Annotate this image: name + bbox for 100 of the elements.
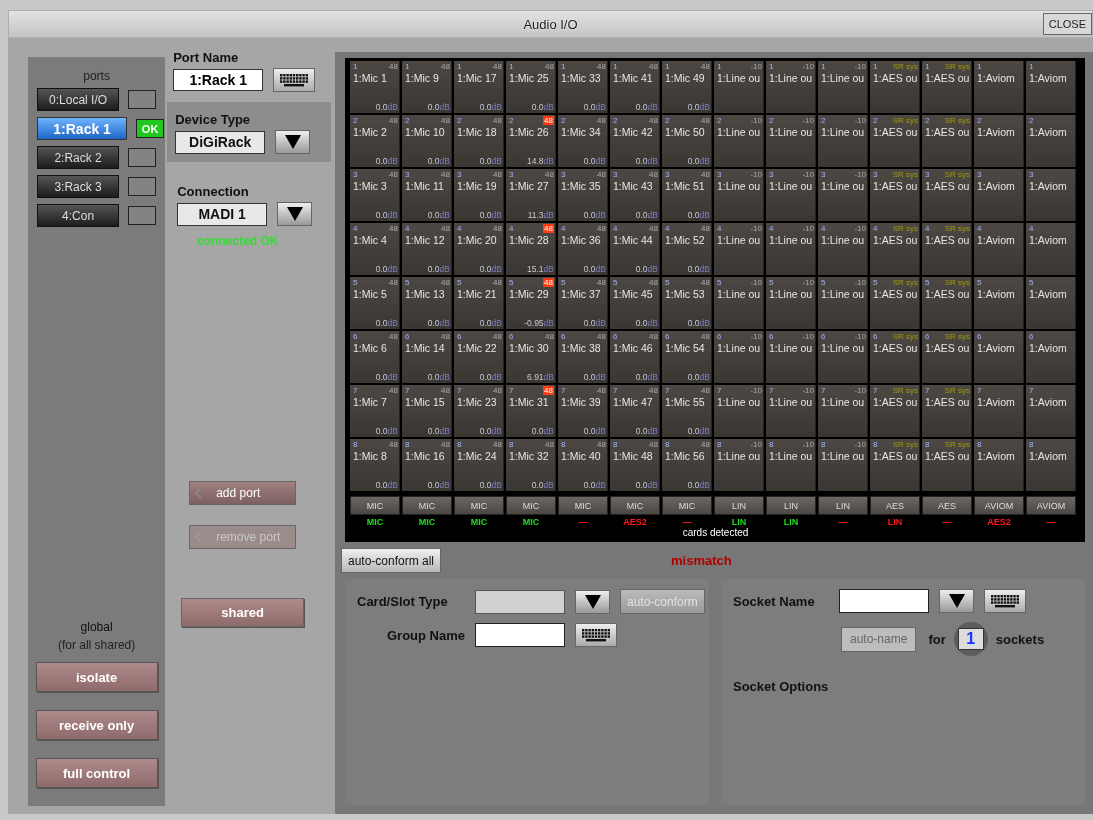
channel-tile[interactable]: 4 -10 1:Line ou	[714, 223, 764, 275]
channel-tile[interactable]: 2 48 1:Mic 42 0.0dB	[610, 115, 660, 167]
channel-tile[interactable]: 8 SR sys 1:AES ou	[922, 439, 972, 491]
channel-tile[interactable]: 3 48 1:Mic 19 0.0dB	[454, 169, 504, 221]
channel-tile[interactable]: 7 SR sys 1:AES ou	[870, 385, 920, 437]
channel-tile[interactable]: 7 48 1:Mic 55 0.0dB	[662, 385, 712, 437]
channel-tile[interactable]: 5 -10 1:Line ou	[714, 277, 764, 329]
port-button[interactable]: 2:Rack 2	[37, 146, 120, 169]
dropdown-button[interactable]	[939, 589, 974, 613]
channel-tile[interactable]: 3 SR sys 1:AES ou	[870, 169, 920, 221]
shared-button[interactable]: shared	[181, 598, 305, 627]
channel-tile[interactable]: 6 48 1:Mic 14 0.0dB	[402, 331, 452, 383]
channel-tile[interactable]: 4 48 1:Mic 20 0.0dB	[454, 223, 504, 275]
channel-tile[interactable]: 2 -10 1:Line ou	[714, 115, 764, 167]
dropdown-button[interactable]	[575, 589, 610, 614]
channel-tile[interactable]: 2 48 1:Mic 50 0.0dB	[662, 115, 712, 167]
port-button[interactable]: 1:Rack 1	[37, 117, 128, 140]
channel-tile[interactable]: 3 48 1:Mic 51 0.0dB	[662, 169, 712, 221]
channel-tile[interactable]: 6 48 1:Mic 38 0.0dB	[558, 331, 608, 383]
channel-tile[interactable]: 4 1:Aviom	[1026, 223, 1076, 275]
channel-tile[interactable]: 8 48 1:Mic 48 0.0dB	[610, 439, 660, 491]
channel-tile[interactable]: 6 48 1:Mic 22 0.0dB	[454, 331, 504, 383]
card-button[interactable]: AES	[870, 496, 920, 515]
channel-tile[interactable]: 1 1:Aviom	[974, 61, 1024, 113]
channel-tile[interactable]: 4 -10 1:Line ou	[818, 223, 868, 275]
channel-tile[interactable]: 4 SR sys 1:AES ou	[922, 223, 972, 275]
channel-tile[interactable]: 6 -10 1:Line ou	[714, 331, 764, 383]
channel-tile[interactable]: 6 -10 1:Line ou	[766, 331, 816, 383]
channel-tile[interactable]: 1 48 1:Mic 1 0.0dB	[350, 61, 400, 113]
channel-tile[interactable]: 5 SR sys 1:AES ou	[870, 277, 920, 329]
port-button[interactable]: 0:Local I/O	[37, 88, 120, 111]
channel-tile[interactable]: 3 1:Aviom	[1026, 169, 1076, 221]
channel-tile[interactable]: 4 48 1:Mic 28 15.1dB	[506, 223, 556, 275]
channel-tile[interactable]: 3 -10 1:Line ou	[766, 169, 816, 221]
count-dial[interactable]: 1	[953, 622, 988, 656]
card-button[interactable]: MIC	[454, 496, 504, 515]
channel-tile[interactable]: 6 1:Aviom	[974, 331, 1024, 383]
card-button[interactable]: LIN	[766, 496, 816, 515]
channel-tile[interactable]: 4 48 1:Mic 12 0.0dB	[402, 223, 452, 275]
channel-tile[interactable]: 8 -10 1:Line ou	[766, 439, 816, 491]
channel-tile[interactable]: 5 48 1:Mic 29 -0.95dB	[506, 277, 556, 329]
channel-tile[interactable]: 5 48 1:Mic 45 0.0dB	[610, 277, 660, 329]
channel-tile[interactable]: 4 48 1:Mic 4 0.0dB	[350, 223, 400, 275]
channel-tile[interactable]: 7 -10 1:Line ou	[766, 385, 816, 437]
channel-tile[interactable]: 5 SR sys 1:AES ou	[922, 277, 972, 329]
channel-tile[interactable]: 5 48 1:Mic 13 0.0dB	[402, 277, 452, 329]
auto-conform-all-button[interactable]: auto-conform all	[341, 548, 442, 573]
keyboard-button[interactable]	[273, 68, 316, 92]
channel-tile[interactable]: 8 48 1:Mic 40 0.0dB	[558, 439, 608, 491]
channel-tile[interactable]: 2 48 1:Mic 10 0.0dB	[402, 115, 452, 167]
port-name-field[interactable]: 1:Rack 1	[173, 69, 264, 91]
card-button[interactable]: LIN	[818, 496, 868, 515]
channel-tile[interactable]: 4 48 1:Mic 36 0.0dB	[558, 223, 608, 275]
channel-tile[interactable]: 8 SR sys 1:AES ou	[870, 439, 920, 491]
channel-tile[interactable]: 5 -10 1:Line ou	[818, 277, 868, 329]
card-button[interactable]: MIC	[402, 496, 452, 515]
channel-tile[interactable]: 1 48 1:Mic 25 0.0dB	[506, 61, 556, 113]
card-button[interactable]: AVIOM	[1026, 496, 1076, 515]
port-button[interactable]: 4:Con	[37, 204, 120, 227]
channel-tile[interactable]: 3 48 1:Mic 27 11.3dB	[506, 169, 556, 221]
channel-tile[interactable]: 1 48 1:Mic 9 0.0dB	[402, 61, 452, 113]
keyboard-button[interactable]	[575, 623, 617, 647]
channel-tile[interactable]: 1 48 1:Mic 33 0.0dB	[558, 61, 608, 113]
channel-tile[interactable]: 8 1:Aviom	[1026, 439, 1076, 491]
channel-tile[interactable]: 7 -10 1:Line ou	[714, 385, 764, 437]
card-button[interactable]: AES	[922, 496, 972, 515]
channel-tile[interactable]: 4 -10 1:Line ou	[766, 223, 816, 275]
channel-tile[interactable]: 1 SR sys 1:AES ou	[922, 61, 972, 113]
channel-tile[interactable]: 5 48 1:Mic 21 0.0dB	[454, 277, 504, 329]
channel-tile[interactable]: 6 SR sys 1:AES ou	[870, 331, 920, 383]
channel-tile[interactable]: 1 -10 1:Line ou	[818, 61, 868, 113]
channel-tile[interactable]: 8 48 1:Mic 16 0.0dB	[402, 439, 452, 491]
channel-tile[interactable]: 5 1:Aviom	[1026, 277, 1076, 329]
channel-tile[interactable]: 3 1:Aviom	[974, 169, 1024, 221]
channel-tile[interactable]: 2 1:Aviom	[974, 115, 1024, 167]
channel-tile[interactable]: 6 48 1:Mic 30 6.91dB	[506, 331, 556, 383]
card-button[interactable]: MIC	[506, 496, 556, 515]
channel-tile[interactable]: 2 48 1:Mic 2 0.0dB	[350, 115, 400, 167]
mode-button[interactable]: full control	[35, 758, 158, 788]
channel-tile[interactable]: 7 48 1:Mic 15 0.0dB	[402, 385, 452, 437]
group-name-field[interactable]	[475, 623, 565, 647]
channel-tile[interactable]: 1 48 1:Mic 49 0.0dB	[662, 61, 712, 113]
channel-tile[interactable]: 2 -10 1:Line ou	[766, 115, 816, 167]
channel-tile[interactable]: 7 48 1:Mic 7 0.0dB	[350, 385, 400, 437]
channel-tile[interactable]: 7 48 1:Mic 23 0.0dB	[454, 385, 504, 437]
channel-tile[interactable]: 7 -10 1:Line ou	[818, 385, 868, 437]
channel-tile[interactable]: 5 48 1:Mic 5 0.0dB	[350, 277, 400, 329]
channel-tile[interactable]: 5 48 1:Mic 53 0.0dB	[662, 277, 712, 329]
socket-name-field[interactable]	[839, 589, 929, 613]
channel-tile[interactable]: 1 48 1:Mic 17 0.0dB	[454, 61, 504, 113]
channel-tile[interactable]: 1 SR sys 1:AES ou	[870, 61, 920, 113]
card-slot-select[interactable]	[475, 589, 565, 614]
card-button[interactable]: AVIOM	[974, 496, 1024, 515]
channel-tile[interactable]: 6 SR sys 1:AES ou	[922, 331, 972, 383]
add-port-button[interactable]: add port	[189, 481, 297, 505]
channel-tile[interactable]: 2 1:Aviom	[1026, 115, 1076, 167]
channel-tile[interactable]: 1 -10 1:Line ou	[766, 61, 816, 113]
dropdown-button[interactable]	[275, 130, 311, 154]
channel-tile[interactable]: 1 -10 1:Line ou	[714, 61, 764, 113]
channel-tile[interactable]: 8 1:Aviom	[974, 439, 1024, 491]
